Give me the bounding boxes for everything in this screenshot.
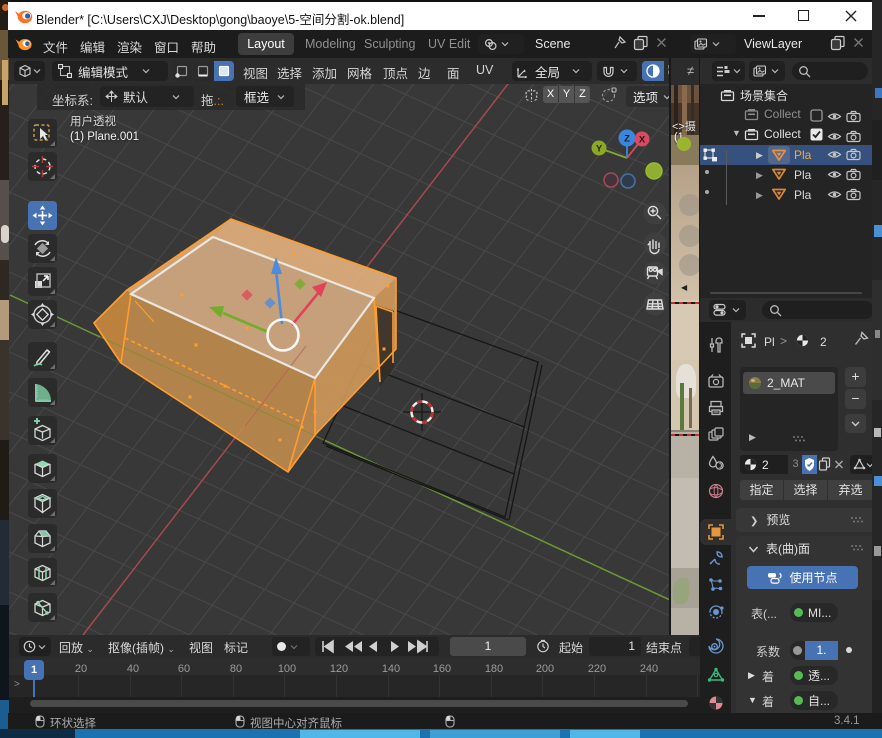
svg-text:X: X (639, 135, 646, 146)
svg-text:Y: Y (596, 144, 603, 155)
svg-text:Z: Z (624, 134, 630, 145)
